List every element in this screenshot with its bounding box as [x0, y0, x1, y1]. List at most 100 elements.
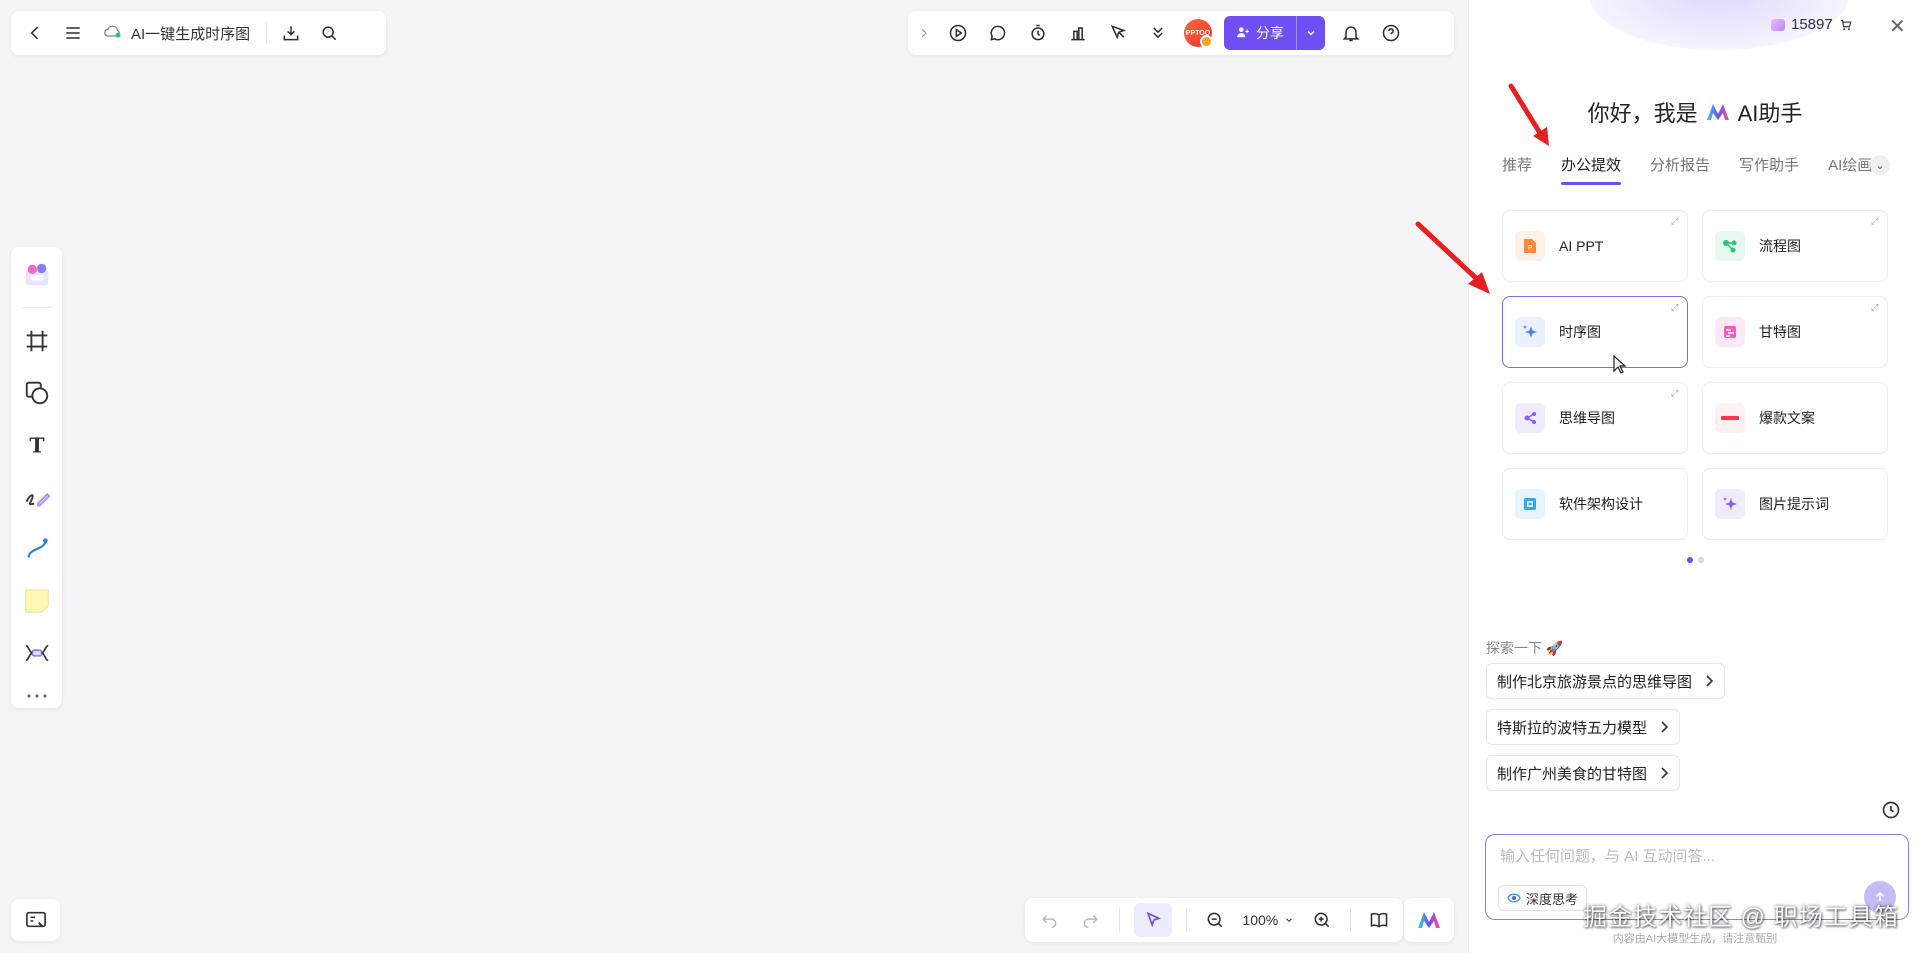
cloud-saved-icon: [103, 23, 123, 43]
pin-icon[interactable]: ⤢: [1671, 302, 1681, 312]
tile-software-architecture[interactable]: 软件架构设计: [1502, 468, 1688, 540]
credits-badge[interactable]: 15897: [1771, 16, 1853, 33]
pin-icon[interactable]: ⤢: [1671, 388, 1681, 398]
tile-label: 时序图: [1559, 324, 1601, 340]
zoom-out-icon[interactable]: [1201, 906, 1229, 934]
divider: [21, 307, 52, 308]
mindmap-tool-icon[interactable]: [19, 634, 55, 672]
watermark: 掘金技术社区 @ 职场工具箱: [1583, 904, 1899, 931]
deep-think-toggle[interactable]: 深度思考: [1498, 885, 1588, 911]
add-user-icon: [1236, 25, 1250, 42]
more-chevrons-icon[interactable]: [1144, 19, 1172, 47]
ai-assistant-button[interactable]: [1404, 898, 1454, 942]
tab-ai-drawing[interactable]: AI绘画: [1828, 154, 1872, 185]
minimap-icon: [25, 911, 46, 928]
bell-icon[interactable]: [1337, 19, 1365, 47]
zoom-in-icon[interactable]: [1308, 906, 1336, 934]
pin-icon[interactable]: ⤢: [1671, 216, 1681, 226]
divider: [1350, 908, 1352, 932]
comment-icon[interactable]: [984, 19, 1012, 47]
chat-input-placeholder[interactable]: 输入任何问题，与 AI 互动问答...: [1500, 845, 1715, 866]
connector-line-icon[interactable]: [19, 530, 55, 568]
bottom-toolbar: 100%: [1025, 898, 1403, 942]
book-guide-icon[interactable]: [1365, 906, 1393, 934]
share-dropdown-icon[interactable]: [1297, 16, 1325, 50]
select-pointer-button[interactable]: [1133, 903, 1172, 937]
text-icon[interactable]: T: [19, 426, 55, 464]
whiteboard-canvas[interactable]: [0, 0, 1468, 953]
undo-icon[interactable]: [1035, 906, 1063, 934]
tile-mindmap[interactable]: 思维导图 ⤢: [1502, 382, 1688, 454]
suggestion-item[interactable]: 制作北京旅游景点的思维导图: [1486, 663, 1726, 699]
tile-label: 软件架构设计: [1559, 496, 1643, 512]
back-icon[interactable]: [21, 19, 49, 47]
divider: [266, 22, 268, 44]
chevron-right-icon: [1706, 675, 1714, 687]
menu-icon[interactable]: [59, 19, 87, 47]
redo-icon[interactable]: [1077, 906, 1105, 934]
tab-analysis[interactable]: 分析报告: [1650, 154, 1710, 185]
download-icon[interactable]: [277, 19, 305, 47]
annotation-arrow-icon: [1415, 221, 1490, 294]
tile-gantt[interactable]: 甘特图 ⤢: [1702, 296, 1888, 368]
more-tools-icon[interactable]: [19, 686, 55, 706]
present-play-icon[interactable]: [944, 19, 972, 47]
cart-icon: [1840, 19, 1852, 30]
tabs-expand-chevron-icon[interactable]: ⌄: [1870, 155, 1890, 175]
tile-label: 图片提示词: [1759, 496, 1829, 512]
search-icon[interactable]: [315, 19, 343, 47]
tile-image-prompt[interactable]: 图片提示词: [1702, 468, 1888, 540]
close-icon[interactable]: ✕: [1889, 14, 1906, 39]
shape-icon[interactable]: [19, 374, 55, 412]
top-right-toolbar: PPTOO 分享: [908, 11, 1454, 55]
ppt-icon: P: [1515, 231, 1545, 261]
tile-sequence-diagram[interactable]: 时序图 ⤢: [1502, 296, 1688, 374]
carousel-dots[interactable]: [1469, 557, 1920, 563]
pen-icon[interactable]: [19, 478, 55, 516]
zoom-level: 100%: [1242, 912, 1279, 928]
suggestion-item[interactable]: 制作广州美食的甘特图: [1486, 755, 1681, 791]
divider: [1118, 908, 1120, 932]
deep-think-icon: [1507, 893, 1521, 903]
carousel-dot[interactable]: [1697, 557, 1704, 563]
avatar[interactable]: PPTOO: [1184, 19, 1213, 48]
collapse-chevron-icon[interactable]: [916, 19, 932, 47]
sparkle-icon: [1515, 317, 1545, 347]
rocket-icon: 🚀: [1545, 640, 1564, 656]
tile-flowchart[interactable]: 流程图 ⤢: [1702, 210, 1888, 282]
vote-icon[interactable]: [1064, 19, 1092, 47]
tab-writing[interactable]: 写作助手: [1739, 154, 1799, 185]
tile-label: 流程图: [1759, 238, 1801, 254]
templates-icon[interactable]: [19, 255, 55, 293]
frame-icon[interactable]: [19, 322, 55, 360]
xiaohongshu-icon: [1715, 403, 1745, 433]
laser-pointer-icon[interactable]: [1104, 19, 1132, 47]
timer-icon[interactable]: [1024, 19, 1052, 47]
tab-office[interactable]: 办公提效: [1561, 154, 1622, 185]
pin-icon[interactable]: ⤢: [1871, 216, 1881, 226]
pin-icon[interactable]: ⤢: [1871, 302, 1881, 312]
chevron-right-icon: [1661, 721, 1669, 733]
share-main-button[interactable]: 分享: [1224, 16, 1297, 50]
tile-viral-copy[interactable]: 爆款文案: [1702, 382, 1888, 454]
gem-icon: [1771, 18, 1785, 31]
left-tools-toolbar: T: [11, 247, 62, 708]
tile-label: 思维导图: [1559, 410, 1615, 426]
history-clock-icon[interactable]: [1881, 800, 1901, 820]
tab-recommend[interactable]: 推荐: [1502, 154, 1532, 185]
tile-ai-ppt[interactable]: P AI PPT ⤢: [1502, 210, 1688, 282]
zoom-level-dropdown[interactable]: 100%: [1242, 912, 1294, 928]
annotation-arrow-icon: [1508, 83, 1549, 146]
category-tabs: 推荐 办公提效 分析报告 写作助手 AI绘画: [1502, 154, 1872, 185]
sticky-note-icon[interactable]: [19, 582, 55, 620]
help-icon[interactable]: [1377, 19, 1405, 47]
suggestion-item[interactable]: 特斯拉的波特五力模型: [1486, 709, 1681, 745]
divider: [1185, 908, 1187, 932]
pointer-icon: [1146, 911, 1161, 928]
carousel-dot[interactable]: [1686, 557, 1693, 563]
share-button[interactable]: 分享: [1224, 16, 1325, 50]
mindmap-icon: [1515, 403, 1545, 433]
minimap-button[interactable]: [11, 899, 60, 941]
doc-title-area[interactable]: AI一键生成时序图: [97, 23, 256, 44]
sparkle-icon: [1715, 489, 1745, 519]
